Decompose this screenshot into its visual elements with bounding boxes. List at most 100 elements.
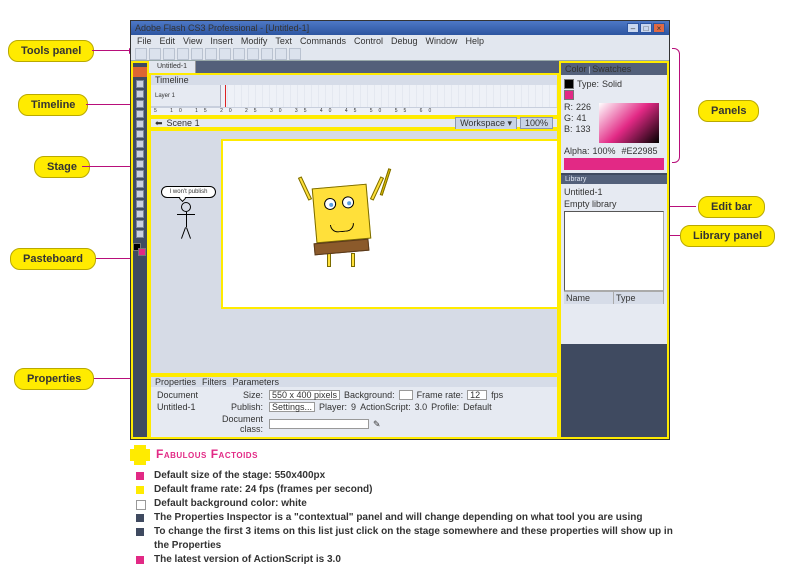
frame-ruler: 5 10 15 20 25 30 35 40 45 50 55 60	[151, 107, 557, 115]
subselect-tool-icon[interactable]	[136, 90, 144, 98]
r-input[interactable]: 226	[576, 102, 596, 112]
type-select[interactable]: Solid	[602, 79, 622, 89]
framerate-label: Frame rate:	[417, 390, 464, 400]
library-list[interactable]: NameType	[564, 291, 664, 341]
selection-tool-icon[interactable]	[136, 80, 144, 88]
tool-icon[interactable]	[247, 48, 259, 60]
b-input[interactable]: 133	[576, 124, 596, 134]
as-label: ActionScript:	[360, 402, 411, 412]
player-value: 9	[351, 402, 356, 412]
doc-tab[interactable]: Untitled-1	[149, 61, 196, 73]
tab-parameters[interactable]: Parameters	[233, 377, 280, 387]
alpha-input[interactable]: 100%	[593, 146, 619, 156]
tool-icon[interactable]	[177, 48, 189, 60]
menu-item[interactable]: Text	[275, 36, 292, 46]
pencil-tool-icon[interactable]	[136, 160, 144, 168]
stroke-swatch[interactable]	[564, 79, 574, 89]
menu-item[interactable]: Edit	[160, 36, 176, 46]
tool-icon[interactable]	[275, 48, 287, 60]
tool-icon[interactable]	[135, 48, 147, 60]
menu-item[interactable]: Control	[354, 36, 383, 46]
hand-tool-icon[interactable]	[136, 220, 144, 228]
g-input[interactable]: 41	[577, 113, 597, 123]
ink-tool-icon[interactable]	[136, 180, 144, 188]
tab-filters[interactable]: Filters	[202, 377, 227, 387]
menu-item[interactable]: Commands	[300, 36, 346, 46]
pasteboard[interactable]: I won't publish	[149, 129, 559, 375]
zoom-select[interactable]: 100%	[520, 117, 553, 129]
text-tool-icon[interactable]	[136, 130, 144, 138]
bg-swatch[interactable]	[399, 390, 413, 400]
tool-icon[interactable]	[163, 48, 175, 60]
minimize-icon[interactable]: –	[627, 23, 639, 33]
close-icon[interactable]: ×	[653, 23, 665, 33]
tool-icon[interactable]	[233, 48, 245, 60]
color-picker[interactable]	[599, 103, 659, 143]
menu-item[interactable]: Modify	[241, 36, 268, 46]
brush-tool-icon[interactable]	[136, 170, 144, 178]
zoom-tool-icon[interactable]	[136, 230, 144, 238]
workspace-select[interactable]: Workspace ▾	[455, 117, 517, 130]
size-button[interactable]: 550 x 400 pixels	[269, 390, 340, 400]
type-label: Type:	[577, 79, 599, 89]
playhead[interactable]	[225, 85, 226, 107]
settings-button[interactable]: Settings...	[269, 402, 315, 412]
frames-area[interactable]	[221, 85, 557, 107]
stickman-graphic[interactable]: I won't publish	[161, 186, 216, 242]
pen-tool-icon[interactable]	[136, 120, 144, 128]
eraser-tool-icon[interactable]	[136, 210, 144, 218]
size-label: Size:	[203, 390, 263, 400]
tool-icon[interactable]	[191, 48, 203, 60]
stage[interactable]	[221, 139, 559, 309]
callout-properties: Properties	[14, 368, 94, 390]
tool-icon[interactable]	[289, 48, 301, 60]
layer-row[interactable]: Layer 1	[151, 85, 220, 107]
scene-label[interactable]: Scene 1	[167, 118, 200, 128]
callout-panels: Panels	[698, 100, 759, 122]
rectangle-tool-icon[interactable]	[136, 150, 144, 158]
menu-item[interactable]: Window	[426, 36, 458, 46]
menu-item[interactable]: File	[137, 36, 152, 46]
free-transform-tool-icon[interactable]	[136, 100, 144, 108]
maximize-icon[interactable]: □	[640, 23, 652, 33]
eyedropper-tool-icon[interactable]	[136, 200, 144, 208]
col-name[interactable]: Name	[564, 292, 614, 304]
panel-title[interactable]: Swatches	[592, 64, 631, 74]
fps-label: fps	[491, 390, 503, 400]
b-label: B:	[564, 124, 573, 134]
menu-item[interactable]: Insert	[210, 36, 233, 46]
menu-item[interactable]: Help	[466, 36, 485, 46]
library-panel: Library Untitled-1 Empty library NameTyp…	[561, 175, 667, 344]
pencil-icon[interactable]: ✎	[373, 419, 381, 430]
tool-icon[interactable]	[219, 48, 231, 60]
menu-item[interactable]: View	[183, 36, 202, 46]
spongebob-graphic[interactable]	[301, 186, 381, 276]
arrow	[92, 50, 134, 51]
col-type[interactable]: Type	[614, 292, 664, 304]
color-panel: Color | Swatches Type:Solid R:226 G:41 B…	[561, 63, 667, 173]
docclass-input[interactable]	[269, 419, 369, 429]
menu-bar: File Edit View Insert Modify Text Comman…	[131, 35, 669, 47]
factoids-title: Fabulous Factoids	[130, 445, 690, 465]
back-icon[interactable]: ⬅	[155, 118, 163, 129]
menu-item[interactable]: Debug	[391, 36, 418, 46]
main-toolbar	[131, 47, 669, 61]
tab-properties[interactable]: Properties	[155, 377, 196, 387]
tool-icon[interactable]	[149, 48, 161, 60]
library-select[interactable]: Untitled-1	[564, 187, 664, 197]
paint-bucket-tool-icon[interactable]	[136, 190, 144, 198]
factoid-item: Default size of the stage: 550x400px	[130, 469, 690, 483]
title-bar[interactable]: Adobe Flash CS3 Professional - [Untitled…	[131, 21, 669, 35]
callout-stage: Stage	[34, 156, 90, 178]
color-swatches[interactable]	[133, 243, 147, 257]
hex-input[interactable]: #E22985	[622, 146, 662, 156]
tool-icon[interactable]	[205, 48, 217, 60]
tool-icon[interactable]	[261, 48, 273, 60]
panel-title[interactable]: Color	[565, 64, 587, 74]
fill-swatch[interactable]	[564, 90, 574, 100]
line-tool-icon[interactable]	[136, 140, 144, 148]
lasso-tool-icon[interactable]	[136, 110, 144, 118]
framerate-input[interactable]: 12	[467, 390, 487, 400]
panel-title[interactable]: Library	[561, 175, 667, 184]
library-preview	[564, 211, 664, 291]
